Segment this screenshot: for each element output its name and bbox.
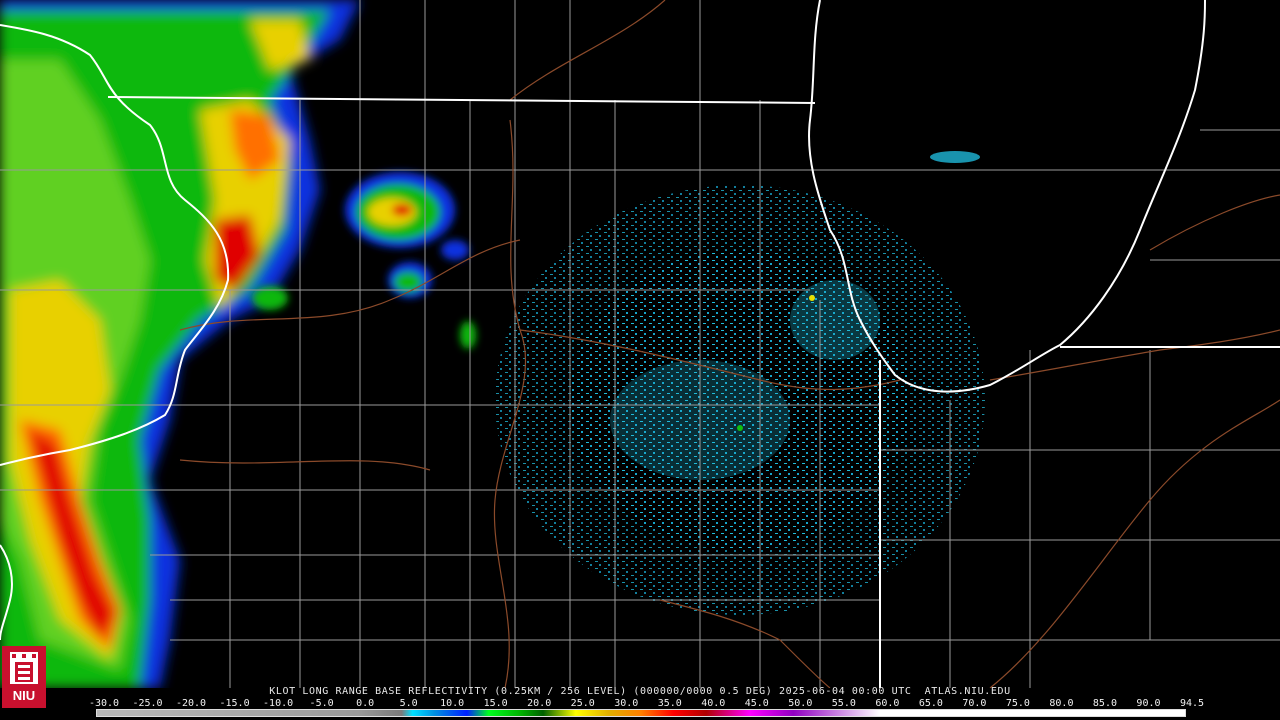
product-title: KLOT LONG RANGE BASE REFLECTIVITY (0.25K… [269, 686, 1011, 697]
niu-logo-text: NIU [13, 688, 35, 703]
color-scale-label: 5.0 [399, 698, 418, 709]
color-scale-label: 10.0 [440, 698, 465, 709]
color-scale-label: -5.0 [309, 698, 334, 709]
color-scale-label: 80.0 [1049, 698, 1074, 709]
color-scale-label: 45.0 [744, 698, 769, 709]
color-scale-label: 60.0 [875, 698, 900, 709]
color-scale-label: 50.0 [788, 698, 813, 709]
color-scale-label: 30.0 [614, 698, 639, 709]
color-scale-label: 35.0 [657, 698, 682, 709]
reflectivity-colorbar [96, 709, 1186, 717]
radar-map [0, 0, 1280, 688]
color-scale-label: 0.0 [356, 698, 375, 709]
color-scale-label: 40.0 [701, 698, 726, 709]
color-scale-labels: -30.0 -25.0 -20.0 -15.0 -10.0 -5.0 0.0 5.0 10.0 1… [89, 698, 1204, 709]
color-scale-label: 70.0 [962, 698, 987, 709]
color-scale-label: 85.0 [1092, 698, 1117, 709]
color-scale-label: 94.5 [1179, 698, 1205, 709]
color-scale-label: -15.0 [219, 698, 250, 709]
color-scale-label: 75.0 [1005, 698, 1030, 709]
color-scale-label: -30.0 [88, 698, 120, 709]
color-scale-label: 25.0 [570, 698, 595, 709]
color-scale-label: -20.0 [175, 698, 207, 709]
color-scale-label: 20.0 [527, 698, 552, 709]
color-scale-label: 15.0 [483, 698, 508, 709]
color-scale-label: 65.0 [918, 698, 943, 709]
color-scale-label: 55.0 [831, 698, 856, 709]
color-scale-label: -25.0 [132, 698, 163, 709]
color-scale-label: 90.0 [1136, 698, 1161, 709]
color-scale-label: -10.0 [263, 698, 294, 709]
niu-logo: NIU [2, 646, 46, 708]
